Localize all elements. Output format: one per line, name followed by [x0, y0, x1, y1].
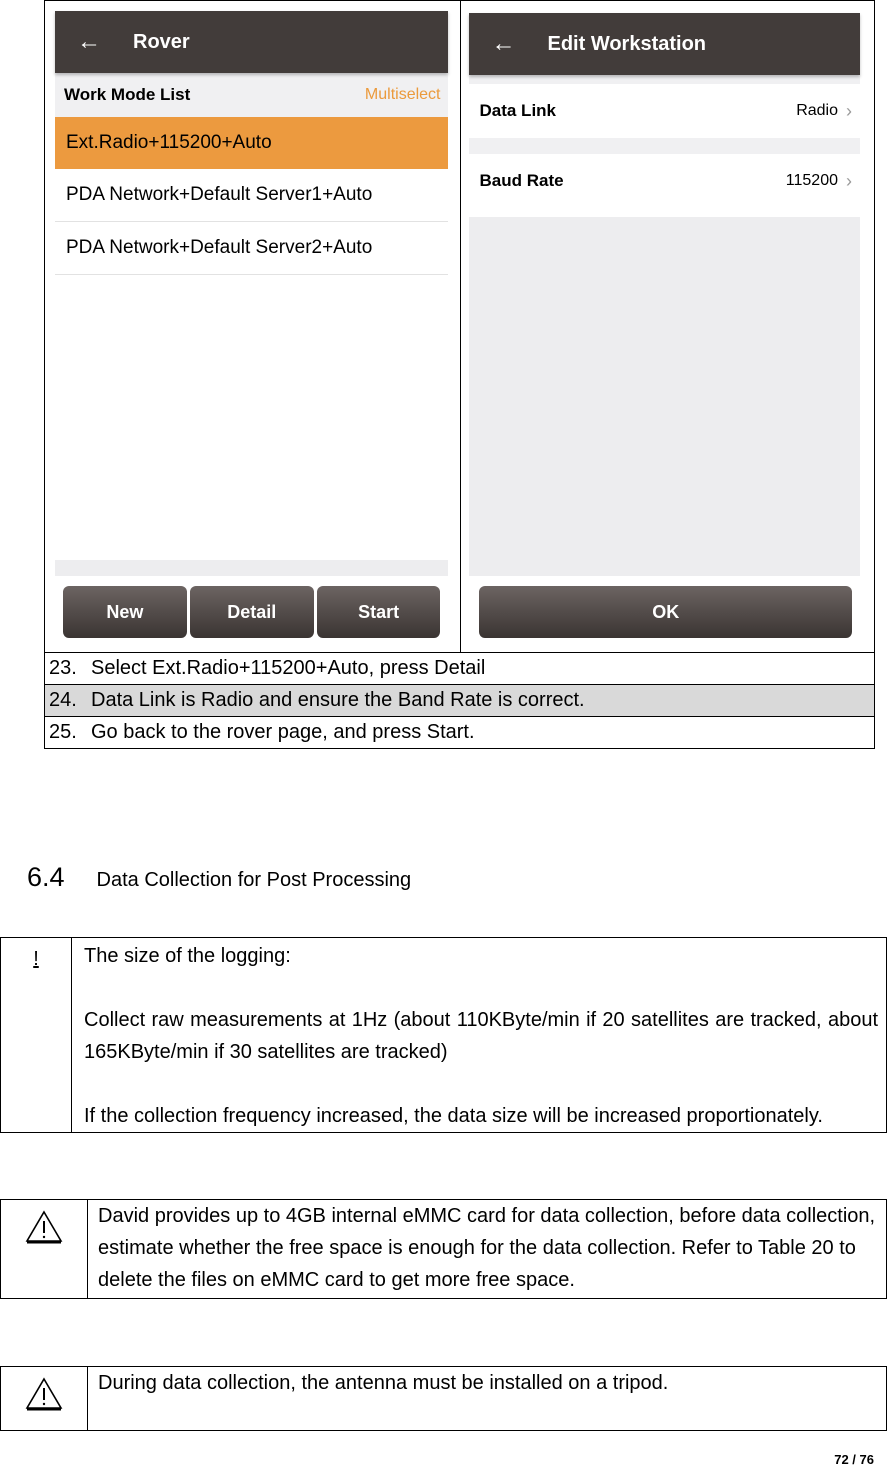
step-text: Data Link is Radio and ensure the Band R…	[91, 689, 585, 711]
rover-app-bar: ← Rover	[55, 11, 449, 73]
ok-button[interactable]: OK	[479, 586, 852, 638]
step-number: 23.	[49, 657, 77, 679]
section-gap	[469, 75, 860, 84]
baud-rate-row[interactable]: Baud Rate 115200 ›	[469, 154, 860, 208]
edit-workstation-screen: ← Edit Workstation Data Link Radio › Baud…	[469, 13, 860, 642]
note-paragraph: Collect raw measurements at 1Hz (about 1…	[84, 1009, 878, 1063]
step-row: 23. Select Ext.Radio+115200+Auto, press D…	[44, 652, 875, 685]
rover-button-bar: New Detail Start	[63, 586, 441, 638]
edit-workstation-title: Edit Workstation	[547, 32, 707, 55]
chevron-right-icon: ›	[846, 170, 852, 191]
detail-button[interactable]: Detail	[189, 586, 314, 638]
note-paragraph: If the collection frequency increased, t…	[84, 1105, 823, 1127]
data-link-label: Data Link	[479, 101, 557, 120]
back-arrow-icon[interactable]: ←	[491, 32, 515, 56]
data-link-row[interactable]: Data Link Radio ›	[469, 84, 860, 138]
exclamation-icon: !	[33, 948, 39, 970]
rover-title: Rover	[133, 30, 190, 53]
section-heading: 6.4 Data Collection for Post Processing	[27, 862, 411, 893]
multiselect-link[interactable]: Multiselect	[365, 86, 441, 104]
storage-warning-text: David provides up to 4GB internal eMMC c…	[87, 1199, 887, 1299]
section-number: 6.4	[27, 862, 65, 892]
step-text: Go back to the rover page, and press Sta…	[91, 721, 475, 743]
tripod-warning-table: During data collection, the antenna must…	[0, 1366, 887, 1431]
rover-screenshot-cell: ← Rover Work Mode List Multiselect Ext.R…	[43, 0, 462, 653]
data-link-value: Radio	[796, 102, 838, 119]
work-mode-item[interactable]: PDA Network+Default Server2+Auto	[55, 222, 449, 275]
back-arrow-icon[interactable]: ←	[77, 30, 101, 54]
edit-workstation-app-bar: ← Edit Workstation	[469, 13, 860, 75]
step-row: 24. Data Link is Radio and ensure the Ban…	[44, 684, 875, 717]
new-button[interactable]: New	[63, 586, 187, 638]
warning-triangle-icon	[25, 1210, 63, 1244]
tripod-warning-text: During data collection, the antenna must…	[87, 1366, 887, 1431]
chevron-right-icon: ›	[846, 100, 852, 121]
work-mode-list-title: Work Mode List	[64, 85, 191, 104]
start-button[interactable]: Start	[316, 586, 441, 638]
screenshot-steps-table: ← Rover Work Mode List Multiselect Ext.R…	[43, 0, 875, 749]
work-mode-item[interactable]: PDA Network+Default Server1+Auto	[55, 169, 449, 222]
edit-workstation-screenshot-cell: ← Edit Workstation Data Link Radio › Baud…	[460, 0, 875, 653]
ok-button-bar: OK	[479, 586, 852, 638]
list-footer-strip	[55, 560, 449, 576]
page-number: 72 / 76	[834, 1452, 874, 1467]
section-title: Data Collection for Post Processing	[96, 869, 412, 891]
rover-screen: ← Rover Work Mode List Multiselect Ext.R…	[55, 11, 449, 642]
section-gap	[469, 138, 860, 154]
baud-rate-label: Baud Rate	[479, 171, 564, 190]
step-number: 24.	[49, 689, 77, 711]
note-heading: The size of the logging:	[84, 945, 291, 967]
work-mode-item[interactable]: Ext.Radio+115200+Auto	[55, 117, 449, 169]
step-row: 25. Go back to the rover page, and press …	[44, 716, 875, 749]
step-text: Select Ext.Radio+115200+Auto, press Deta…	[91, 657, 486, 679]
step-number: 25.	[49, 721, 77, 743]
logging-note-table: ! The size of the logging: Collect raw m…	[0, 937, 887, 1133]
storage-warning-table: David provides up to 4GB internal eMMC c…	[0, 1199, 887, 1299]
warning-triangle-icon	[25, 1377, 63, 1411]
work-mode-list-header: Work Mode List Multiselect	[55, 73, 449, 117]
baud-rate-value: 115200	[785, 172, 838, 189]
empty-area	[469, 217, 860, 576]
